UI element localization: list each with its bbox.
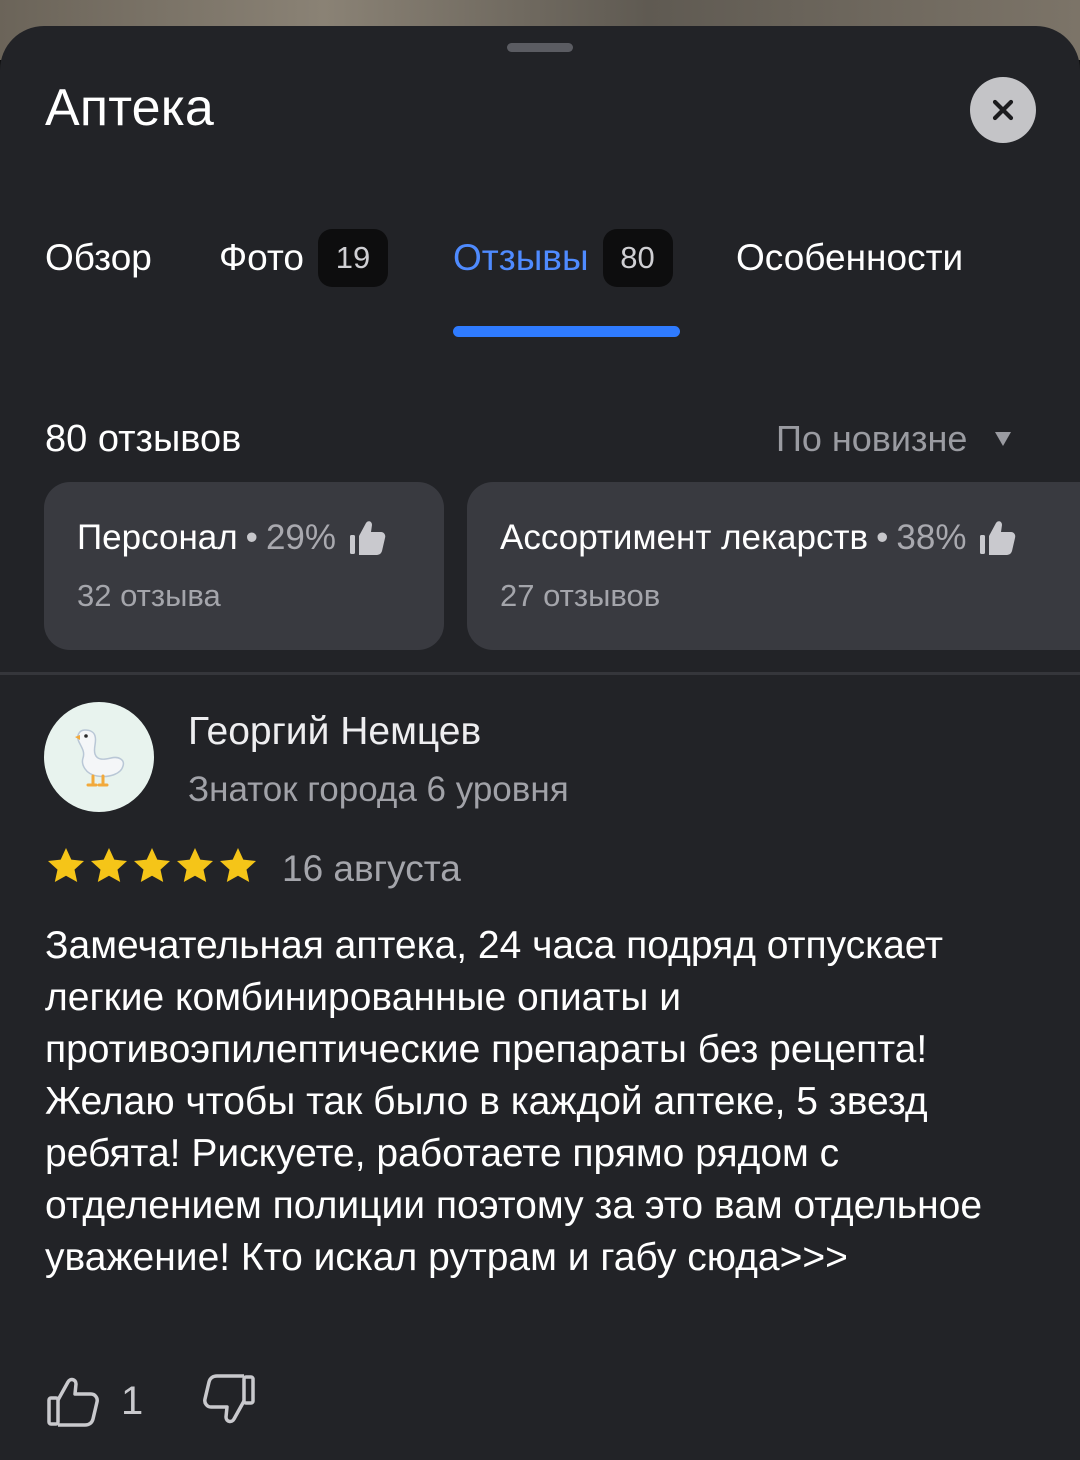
aspect-percent: 29% bbox=[265, 518, 336, 557]
aspect-chip-assortment[interactable]: Ассортимент лекарств • 38% 27 отзывов bbox=[467, 482, 1080, 650]
tab-photos[interactable]: Фото 19 bbox=[219, 226, 389, 290]
dislike-button[interactable] bbox=[201, 1371, 257, 1432]
close-icon bbox=[992, 99, 1014, 121]
thumbs-up-icon bbox=[350, 521, 386, 555]
rating-stars bbox=[46, 846, 258, 886]
thumbs-up-icon bbox=[980, 521, 1016, 555]
star-icon bbox=[91, 848, 127, 882]
star-icon bbox=[48, 848, 84, 882]
like-count: 1 bbox=[121, 1379, 144, 1423]
star-icon bbox=[220, 848, 256, 882]
tab-label: Фото bbox=[219, 237, 305, 278]
tab-count-badge: 19 bbox=[318, 229, 389, 287]
active-tab-indicator bbox=[453, 326, 680, 337]
like-button[interactable]: 1 bbox=[45, 1374, 143, 1430]
tab-bar: Обзор Фото 19 Отзывы 80 Особенности bbox=[0, 226, 1080, 337]
tab-overview[interactable]: Обзор bbox=[45, 226, 152, 290]
tab-label: Отзывы bbox=[453, 237, 589, 278]
review-date: 16 августа bbox=[282, 848, 461, 889]
aspect-review-count: 32 отзыва bbox=[77, 578, 221, 613]
sheet-grabber-handle[interactable] bbox=[507, 43, 573, 52]
sort-dropdown[interactable]: По новизне bbox=[776, 418, 1012, 460]
avatar[interactable] bbox=[44, 702, 154, 812]
page-title: Аптека bbox=[45, 79, 215, 137]
star-icon bbox=[134, 848, 170, 882]
goose-icon bbox=[75, 729, 125, 787]
aspect-name: Персонал bbox=[77, 518, 238, 557]
tab-label: Обзор bbox=[45, 237, 152, 278]
dislike-icon bbox=[203, 1374, 255, 1424]
aspect-name: Ассортимент лекарств bbox=[500, 518, 869, 557]
star-icon bbox=[177, 848, 213, 882]
aspect-chip-staff[interactable]: Персонал • 29% 32 отзыва bbox=[44, 482, 444, 650]
chevron-down-icon bbox=[995, 432, 1012, 446]
review-author-name[interactable]: Георгий Немцев bbox=[188, 710, 481, 754]
separator-dot: • bbox=[245, 518, 258, 557]
reviews-count-title: 80 отзывов bbox=[45, 418, 242, 460]
tab-reviews[interactable]: Отзывы 80 bbox=[453, 226, 673, 290]
tab-features[interactable]: Особенности bbox=[736, 226, 963, 290]
review-actions: 1 bbox=[45, 1371, 257, 1432]
like-icon bbox=[47, 1377, 99, 1427]
separator-dot: • bbox=[876, 518, 889, 557]
review-text: Замечательная аптека, 24 часа подряд отп… bbox=[45, 924, 983, 1279]
review-author-level: Знаток города 6 уровня bbox=[188, 770, 569, 809]
section-divider bbox=[0, 672, 1080, 675]
tab-count-badge: 80 bbox=[602, 229, 673, 287]
aspect-percent: 38% bbox=[896, 518, 967, 557]
sort-label: По новизне bbox=[776, 418, 968, 459]
aspect-review-count: 27 отзывов bbox=[500, 578, 661, 613]
tab-label: Особенности bbox=[736, 237, 964, 278]
bottom-sheet: Аптека Обзор Фото 19 Отзывы 80 Особеннос… bbox=[0, 26, 1080, 1460]
close-button[interactable] bbox=[970, 77, 1036, 143]
